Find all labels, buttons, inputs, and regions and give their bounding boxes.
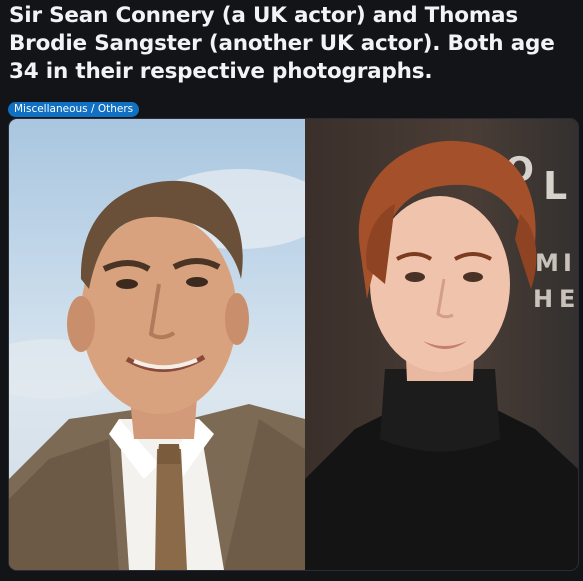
right-photo-illustration: O L M I H E — [305, 140, 578, 570]
backdrop-letter: E — [559, 285, 575, 313]
backdrop-letter: H — [533, 285, 553, 313]
post-image[interactable]: O L M I H E — [8, 118, 579, 571]
post-card: Sir Sean Connery (a UK actor) and Thomas… — [0, 0, 583, 581]
right-photo: O L M I H E — [305, 119, 578, 570]
post-title[interactable]: Sir Sean Connery (a UK actor) and Thomas… — [9, 2, 574, 86]
backdrop-letter: M — [535, 249, 559, 277]
post-flair[interactable]: Miscellaneous / Others — [8, 102, 140, 117]
backdrop-letter: I — [563, 249, 572, 277]
left-photo — [9, 119, 305, 570]
backdrop-letter: L — [543, 164, 567, 208]
left-photo-illustration — [9, 169, 305, 570]
